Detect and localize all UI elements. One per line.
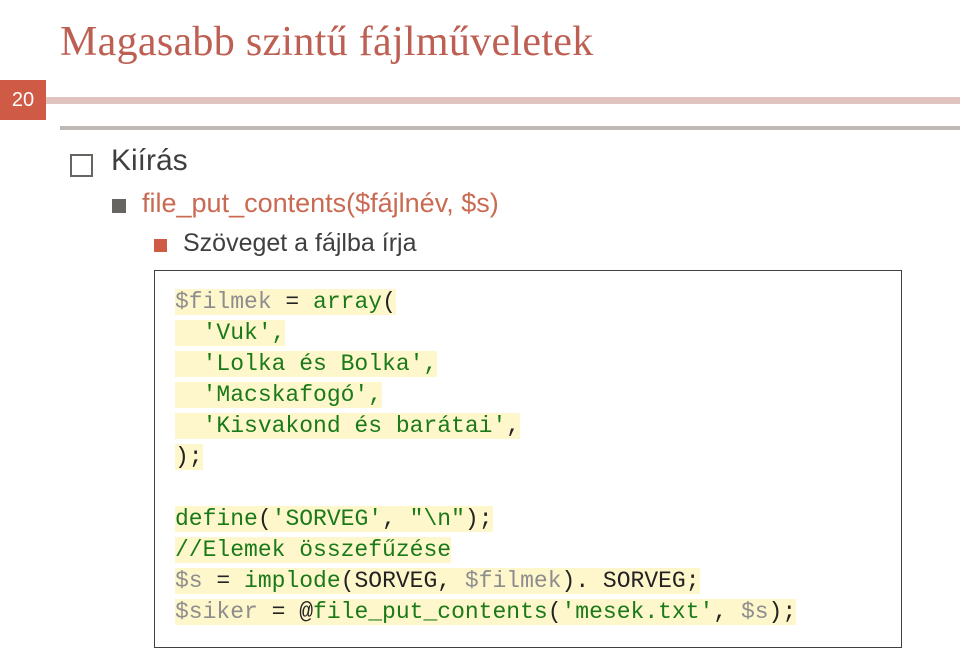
slide-title: Magasabb szintű fájlműveletek xyxy=(60,18,920,66)
code-line: $s = implode(SORVEG, $filmek). SORVEG; xyxy=(175,566,881,597)
bullet-3-text: Szöveget a fájlba írja xyxy=(183,229,416,258)
code-line: $filmek = array( xyxy=(175,287,881,318)
slide: Magasabb szintű fájlműveletek 20 Kiírás … xyxy=(0,0,960,620)
bullet-level-2: file_put_contents($fájlnév, $s) xyxy=(112,188,920,219)
code-line: 'Lolka és Bolka', xyxy=(175,349,881,380)
bullet-level-3: Szöveget a fájlba írja xyxy=(154,229,920,258)
code-line: 'Vuk', xyxy=(175,318,881,349)
code-line: 'Kisvakond és barátai', xyxy=(175,411,881,442)
divider-shadow xyxy=(46,97,960,104)
content-area: Kiírás file_put_contents($fájlnév, $s) S… xyxy=(60,130,920,648)
badge-row: 20 xyxy=(60,80,920,120)
code-line xyxy=(175,473,881,504)
code-line: define('SORVEG', "\n"); xyxy=(175,504,881,535)
code-block: $filmek = array( 'Vuk', 'Lolka és Bolka'… xyxy=(154,270,902,648)
square-accent-icon xyxy=(154,239,167,252)
square-solid-icon xyxy=(112,199,126,213)
code-line: $siker = @file_put_contents('mesek.txt',… xyxy=(175,597,881,628)
square-outline-icon xyxy=(70,154,93,177)
code-line: ); xyxy=(175,442,881,473)
page-number-badge: 20 xyxy=(0,80,46,120)
code-line: //Elemek összefűzése xyxy=(175,535,881,566)
bullet-1-text: Kiírás xyxy=(111,144,188,178)
bullet-level-1: Kiírás xyxy=(70,144,920,178)
bullet-2-text: file_put_contents($fájlnév, $s) xyxy=(142,188,499,219)
code-line: 'Macskafogó', xyxy=(175,380,881,411)
